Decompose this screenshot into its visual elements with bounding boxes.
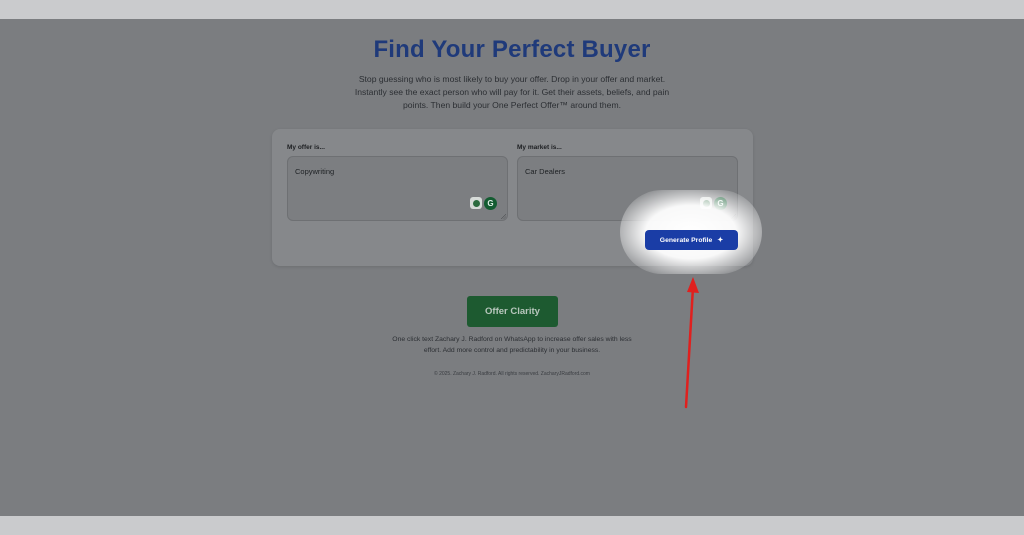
grammarly-icon[interactable]: G — [484, 197, 497, 210]
bottom-band — [0, 516, 1024, 535]
offer-value: Copywriting — [295, 167, 335, 176]
page: Find Your Perfect Buyer Stop guessing wh… — [0, 19, 1024, 516]
footer-copyright: © 2025. Zachary J. Radford. All rights r… — [434, 371, 590, 377]
page-title: Find Your Perfect Buyer — [373, 36, 651, 63]
market-value: Car Dealers — [525, 167, 566, 176]
offer-clarity-button[interactable]: Offer Clarity — [467, 296, 558, 327]
offer-label: My offer is... — [287, 144, 325, 151]
sparkle-icon: ✦ — [717, 237, 724, 244]
cta-tagline: One click text Zachary J. Radford on Wha… — [392, 336, 632, 354]
page-subtitle: Stop guessing who is most likely to buy … — [354, 74, 670, 110]
generate-profile-label: Generate Profile — [659, 236, 713, 244]
lightbulb-icon[interactable] — [470, 197, 482, 209]
top-band — [0, 0, 1024, 19]
resize-handle-icon[interactable] — [500, 213, 506, 219]
generate-profile-button[interactable]: Generate Profile ✦ — [645, 230, 738, 250]
offer-field[interactable]: Copywriting G — [287, 156, 508, 221]
market-label: My market is... — [517, 144, 562, 151]
extension-icons: G — [470, 197, 497, 210]
